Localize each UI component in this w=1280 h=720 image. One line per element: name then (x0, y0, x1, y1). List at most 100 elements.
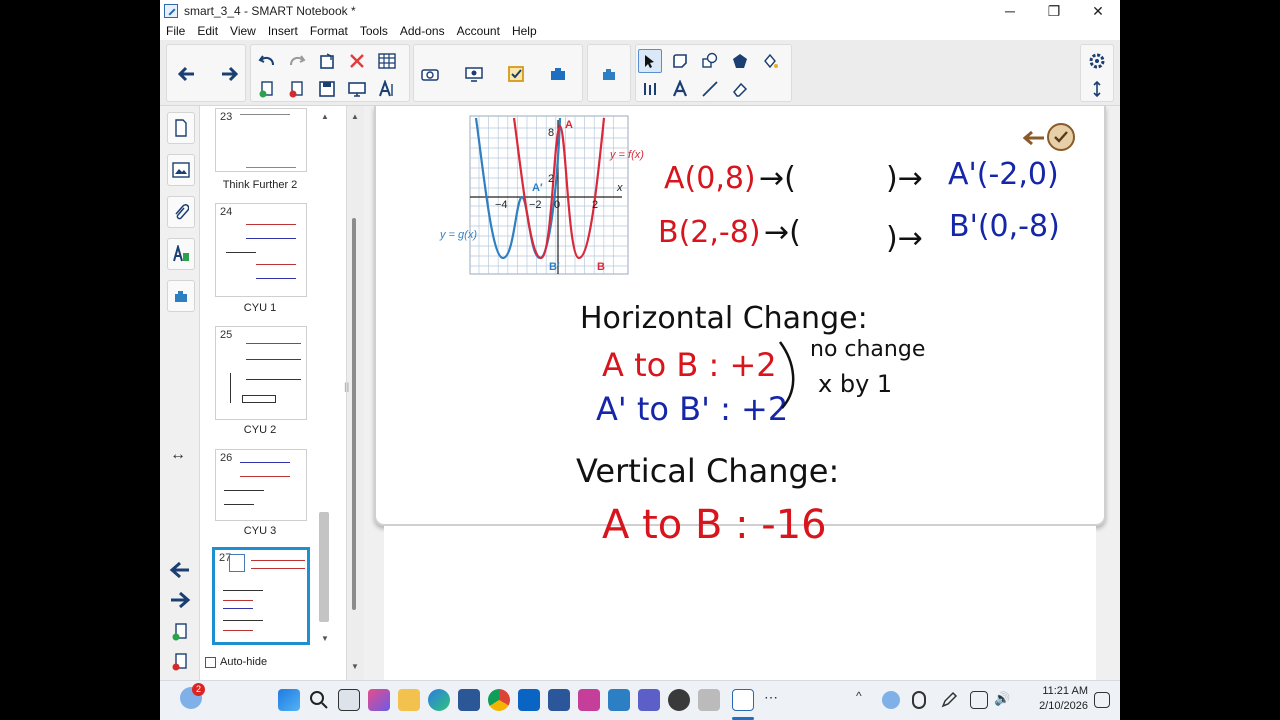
pen-tray-icon[interactable] (940, 691, 958, 709)
menu-insert[interactable]: Insert (262, 24, 304, 38)
next-page-icon[interactable] (168, 588, 192, 612)
horizontal-heading: Horizontal Change: (580, 301, 868, 336)
teams-icon[interactable] (638, 689, 660, 711)
menu-tools[interactable]: Tools (354, 24, 394, 38)
sorter-scroll-thumb[interactable] (319, 512, 329, 622)
document-camera-icon[interactable] (462, 62, 486, 86)
notebook-app-icon[interactable] (698, 689, 720, 711)
shapes-icon[interactable] (698, 49, 722, 73)
edge-icon[interactable] (428, 689, 450, 711)
pen-icon[interactable] (668, 49, 692, 73)
previous-page-icon[interactable] (168, 558, 192, 582)
word-icon[interactable] (548, 689, 570, 711)
media-app-icon[interactable] (668, 689, 690, 711)
smart-notebook-taskbar-icon[interactable] (732, 689, 754, 711)
response-icon[interactable] (504, 62, 528, 86)
menu-view[interactable]: View (224, 24, 262, 38)
note-A-prime: A'(-2,0) (948, 157, 1059, 192)
sidebar-tab-strip: ↔ (160, 106, 200, 680)
paste-icon[interactable] (315, 49, 339, 73)
settings-gear-icon[interactable] (1085, 49, 1109, 73)
puzzle-app-icon[interactable] (608, 689, 630, 711)
add-page-icon[interactable] (168, 620, 192, 644)
camera-icon[interactable] (418, 62, 442, 86)
point-A-prime-label: A′ (532, 182, 543, 194)
copilot-icon[interactable] (368, 689, 390, 711)
text-icon[interactable] (668, 77, 692, 101)
minimize-button[interactable]: ─ (988, 0, 1032, 22)
menu-help[interactable]: Help (506, 24, 543, 38)
snipping-tool-icon[interactable] (578, 689, 600, 711)
close-button[interactable]: ✕ (1076, 0, 1120, 22)
tray-chevron-icon[interactable]: ^ (856, 689, 862, 703)
volume-icon[interactable]: 🔊 (994, 691, 1010, 707)
start-windows-icon[interactable] (278, 689, 300, 711)
panel-splitter[interactable]: ▲ || ▼ (344, 106, 364, 680)
point-B-prime-label: B′ (549, 261, 560, 273)
page-thumbnail-27[interactable]: 27 (212, 547, 310, 645)
canvas-scroll-thumb[interactable] (352, 218, 356, 610)
page-label-24: CYU 1 (243, 302, 277, 314)
more-apps-icon[interactable]: ⋯ (764, 689, 778, 706)
page-thumbnail-25[interactable]: 25 (215, 326, 307, 420)
redo-icon[interactable] (285, 49, 309, 73)
menu-file[interactable]: File (160, 24, 191, 38)
gallery-icon[interactable] (167, 154, 195, 186)
add-ons-icon[interactable] (546, 62, 570, 86)
page-thumbnail-23[interactable]: 23 (215, 108, 307, 172)
vertical-a-to-b: A to B : -16 (602, 502, 827, 548)
menu-account[interactable]: Account (451, 24, 506, 38)
measure-icon[interactable] (638, 77, 662, 101)
undo-icon[interactable] (255, 49, 279, 73)
autohide-checkbox[interactable] (205, 656, 216, 668)
autohide-label: Auto-hide (220, 656, 268, 668)
page-thumbnail-26[interactable]: 26 (215, 449, 307, 521)
select-icon[interactable] (638, 49, 662, 73)
page-sorter-icon[interactable] (167, 112, 195, 144)
outlook-icon[interactable] (518, 689, 540, 711)
text-recognition-icon[interactable] (375, 77, 399, 101)
microphone-icon[interactable] (912, 691, 926, 709)
fill-icon[interactable] (758, 49, 782, 73)
menu-add-ons[interactable]: Add-ons (394, 24, 451, 38)
resize-horizontal-icon[interactable]: ↔ (170, 446, 186, 464)
clock-date[interactable]: 2/10/2026 (1018, 700, 1088, 712)
store-icon[interactable] (458, 689, 480, 711)
forward-arrow-icon[interactable] (217, 62, 241, 86)
display-icon[interactable] (970, 691, 988, 709)
menu-format[interactable]: Format (304, 24, 354, 38)
note-B-close: )→ (886, 221, 923, 256)
sorter-scrollbar[interactable]: ▲ ▼ (318, 112, 330, 646)
line-icon[interactable] (698, 77, 722, 101)
delete-icon[interactable] (345, 49, 369, 73)
screen-shade-icon[interactable] (345, 77, 369, 101)
back-arrow-icon[interactable] (175, 62, 199, 86)
move-toolbar-icon[interactable] (1085, 77, 1109, 101)
eraser-tool-icon[interactable] (728, 49, 752, 73)
remove-page-icon[interactable] (168, 650, 192, 674)
onedrive-icon[interactable] (882, 691, 900, 709)
maximize-button[interactable]: ❐ (1032, 0, 1076, 22)
file-explorer-icon[interactable] (398, 689, 420, 711)
eraser-icon[interactable] (728, 77, 752, 101)
title-bar: smart_3_4 - SMART Notebook * ─ ❐ ✕ (160, 0, 1120, 22)
search-icon[interactable] (308, 689, 330, 711)
menu-edit[interactable]: Edit (191, 24, 224, 38)
notifications-icon[interactable] (1094, 692, 1110, 708)
clock-time[interactable]: 11:21 AM (1018, 685, 1088, 697)
task-view-icon[interactable] (338, 689, 360, 711)
add-ons-tab-icon[interactable] (167, 280, 195, 312)
properties-icon[interactable] (167, 238, 195, 270)
delete-page-icon[interactable] (285, 77, 309, 101)
chrome-icon[interactable] (488, 689, 510, 711)
x-by-1-note: x by 1 (818, 370, 892, 398)
graph-image[interactable] (469, 115, 629, 275)
attachments-icon[interactable] (167, 196, 195, 228)
save-icon[interactable] (315, 77, 339, 101)
check-badge-icon[interactable] (1022, 123, 1075, 151)
tick-neg4: −4 (495, 199, 508, 211)
widgets-icon[interactable] (597, 62, 621, 86)
new-page-icon[interactable] (255, 77, 279, 101)
page-thumbnail-24[interactable]: 24 (215, 203, 307, 297)
table-icon[interactable] (375, 49, 399, 73)
